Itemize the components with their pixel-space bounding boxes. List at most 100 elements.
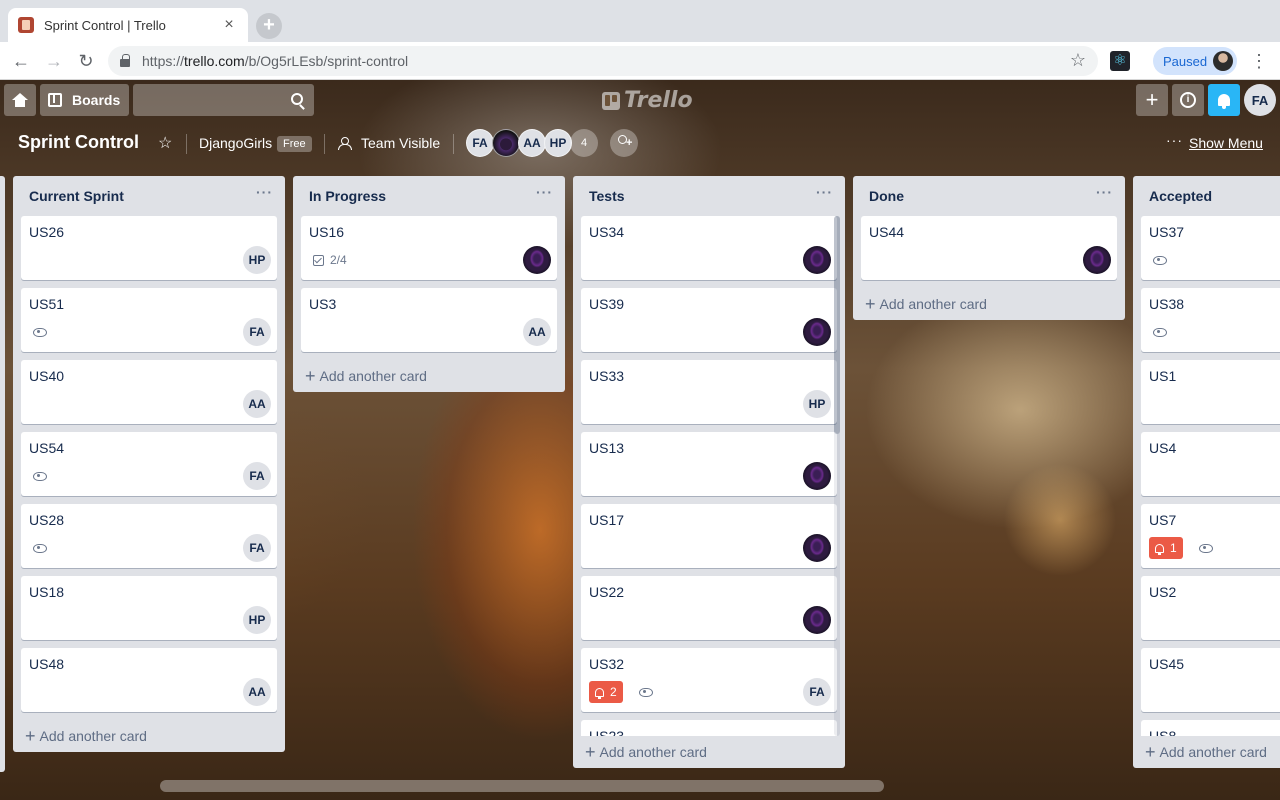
card-member-avatar-photo[interactable] xyxy=(803,318,831,346)
card-list: US37 US38 US1 US4 US7 1 US2 US45 US8 xyxy=(1133,216,1280,736)
create-button[interactable]: + xyxy=(1136,84,1168,116)
card[interactable]: US54 FA xyxy=(21,432,277,496)
list-title[interactable]: Done xyxy=(869,188,904,204)
card[interactable]: US44 xyxy=(861,216,1117,280)
list-header[interactable]: Done ··· xyxy=(853,176,1125,216)
card[interactable]: US33 HP xyxy=(581,360,837,424)
invite-member-button[interactable] xyxy=(610,129,638,157)
card[interactable]: US37 xyxy=(1141,216,1280,280)
card[interactable]: US2 xyxy=(1141,576,1280,640)
back-arrow-icon[interactable]: ← xyxy=(10,50,32,72)
list-menu-icon[interactable]: ··· xyxy=(816,184,833,200)
card-member-avatar-photo[interactable] xyxy=(803,606,831,634)
card[interactable]: US16 2/4 xyxy=(301,216,557,280)
list-menu-icon[interactable]: ··· xyxy=(256,184,273,200)
list-header[interactable]: Accepted··· xyxy=(1133,176,1280,216)
boards-button[interactable]: Boards xyxy=(40,84,129,116)
list-title[interactable]: In Progress xyxy=(309,188,386,204)
react-devtools-extension-icon[interactable]: ⚛ xyxy=(1110,51,1130,71)
notification-badge: 2 xyxy=(589,681,623,703)
list-header[interactable]: Current Sprint ··· xyxy=(13,176,285,216)
card[interactable]: US48 AA xyxy=(21,648,277,712)
card-member-avatar[interactable]: FA xyxy=(243,534,271,562)
card[interactable]: US8 xyxy=(1141,720,1280,736)
card[interactable]: US23 xyxy=(581,720,837,736)
list-header[interactable]: In Progress ··· xyxy=(293,176,565,216)
card[interactable]: US22 xyxy=(581,576,837,640)
card-member-avatar-photo[interactable] xyxy=(803,462,831,490)
card[interactable]: US45 xyxy=(1141,648,1280,712)
card[interactable]: US34 xyxy=(581,216,837,280)
card[interactable]: US4 xyxy=(1141,432,1280,496)
card-member-avatar[interactable]: HP xyxy=(243,606,271,634)
forward-arrow-icon[interactable]: → xyxy=(43,50,65,72)
card-member-avatar-photo[interactable] xyxy=(803,246,831,274)
browser-menu-icon[interactable]: ⋮ xyxy=(1250,50,1268,72)
visibility-button[interactable]: Team Visible xyxy=(361,135,440,151)
board-title[interactable]: Sprint Control xyxy=(18,132,139,153)
show-menu-link[interactable]: Show Menu xyxy=(1189,135,1263,151)
add-card-button[interactable]: + Add another card xyxy=(1133,736,1280,768)
user-avatar[interactable]: FA xyxy=(1244,84,1276,116)
eye-icon xyxy=(33,327,47,337)
card[interactable]: US51 FA xyxy=(21,288,277,352)
card[interactable]: US17 xyxy=(581,504,837,568)
search-icon[interactable] xyxy=(291,93,303,105)
card[interactable]: US28 FA xyxy=(21,504,277,568)
member-avatar-photo[interactable] xyxy=(492,129,520,157)
search-input[interactable] xyxy=(133,84,314,116)
card-member-avatar[interactable]: AA xyxy=(243,390,271,418)
list-scrollbar[interactable] xyxy=(834,216,840,736)
new-tab-button[interactable]: + xyxy=(256,13,282,39)
add-card-button[interactable]: + Add another card xyxy=(293,360,565,392)
add-card-button[interactable]: + Add another card xyxy=(853,288,1125,320)
list-menu-icon[interactable]: ··· xyxy=(536,184,553,200)
card-member-avatar[interactable]: HP xyxy=(243,246,271,274)
card-member-avatar[interactable]: AA xyxy=(523,318,551,346)
profile-button[interactable]: Paused xyxy=(1153,47,1237,75)
card[interactable]: US39 xyxy=(581,288,837,352)
card[interactable]: US38 xyxy=(1141,288,1280,352)
card[interactable]: US40 AA xyxy=(21,360,277,424)
address-bar[interactable]: https://trello.com/b/Og5rLEsb/sprint-con… xyxy=(108,46,1098,76)
card-member-avatar-photo[interactable] xyxy=(803,534,831,562)
trello-logo[interactable]: Trello xyxy=(602,88,693,113)
card-member-avatar[interactable]: FA xyxy=(243,318,271,346)
more-icon[interactable]: ··· xyxy=(1166,132,1183,148)
list-title[interactable]: Accepted xyxy=(1149,188,1212,204)
browser-tab[interactable]: Sprint Control | Trello × xyxy=(8,8,248,42)
board-horizontal-scrollbar[interactable] xyxy=(160,780,884,792)
card-member-avatar[interactable]: AA xyxy=(243,678,271,706)
reload-icon[interactable]: ↻ xyxy=(75,50,97,72)
card-member-avatar[interactable]: FA xyxy=(243,462,271,490)
card[interactable]: US26 HP xyxy=(21,216,277,280)
member-avatar[interactable]: FA xyxy=(466,129,494,157)
info-button[interactable]: i xyxy=(1172,84,1204,116)
home-button[interactable] xyxy=(4,84,36,116)
add-card-button[interactable]: + Add another card xyxy=(573,736,845,768)
list-title[interactable]: Current Sprint xyxy=(29,188,124,204)
add-card-button[interactable]: + Add another card xyxy=(13,720,285,752)
star-board-icon[interactable]: ☆ xyxy=(158,133,172,153)
card[interactable]: US7 1 xyxy=(1141,504,1280,568)
plan-badge: Free xyxy=(277,136,312,152)
member-avatar[interactable]: AA xyxy=(518,129,546,157)
card[interactable]: US1 xyxy=(1141,360,1280,424)
list-header[interactable]: Tests ··· xyxy=(573,176,845,216)
member-avatar[interactable]: HP xyxy=(544,129,572,157)
list-title[interactable]: Tests xyxy=(589,188,625,204)
card-member-avatar-photo[interactable] xyxy=(523,246,551,274)
card[interactable]: US18 HP xyxy=(21,576,277,640)
team-name[interactable]: DjangoGirls xyxy=(199,135,272,151)
card-member-avatar[interactable]: HP xyxy=(803,390,831,418)
card-member-avatar[interactable]: FA xyxy=(803,678,831,706)
card[interactable]: US32 2 FA xyxy=(581,648,837,712)
notifications-button[interactable] xyxy=(1208,84,1240,116)
card[interactable]: US13 xyxy=(581,432,837,496)
tab-close-icon[interactable]: × xyxy=(220,16,238,34)
list-menu-icon[interactable]: ··· xyxy=(1096,184,1113,200)
card[interactable]: US3 AA xyxy=(301,288,557,352)
bookmark-star-icon[interactable]: ☆ xyxy=(1070,50,1086,71)
card-member-avatar-photo[interactable] xyxy=(1083,246,1111,274)
member-overflow-count[interactable]: 4 xyxy=(570,129,598,157)
